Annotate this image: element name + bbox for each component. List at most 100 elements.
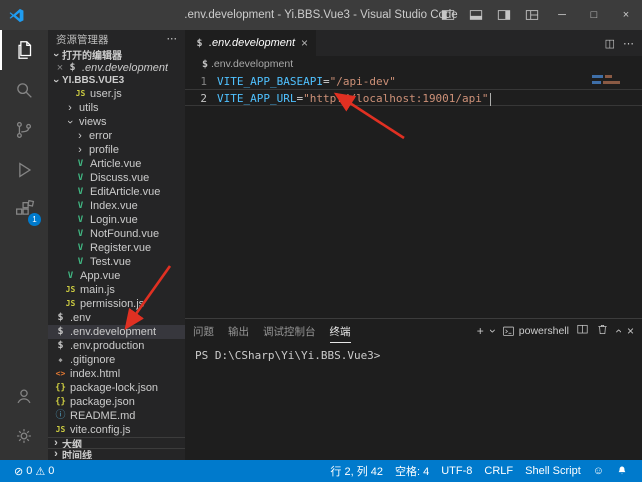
toggle-sidebar-icon[interactable] [434,0,462,30]
language-mode-status[interactable]: Shell Script [519,465,587,477]
accounts-icon[interactable] [0,376,48,416]
file-label: Index.vue [90,199,138,213]
file-label: user.js [90,87,122,101]
explorer-icon[interactable] [0,30,48,70]
file-label: package-lock.json [70,381,158,395]
close-editor-icon[interactable]: × [54,62,66,74]
explorer-more-actions-icon[interactable]: ⋯ [167,33,178,45]
minimap[interactable] [592,75,634,87]
search-icon[interactable] [0,70,48,110]
editor-more-actions-icon[interactable]: ⋯ [623,37,634,50]
tree-item-.env.production[interactable]: $.env.production [48,339,185,353]
tree-item-.env.development[interactable]: $.env.development [48,325,185,339]
toggle-secondary-sidebar-icon[interactable] [490,0,518,30]
tab-env-development[interactable]: $ .env.development × [185,30,316,56]
tree-item-main.js[interactable]: JSmain.js [48,283,185,297]
vue-file-icon: V [74,157,87,171]
tree-item-index.html[interactable]: <>index.html [48,367,185,381]
breadcrumb[interactable]: $ .env.development [185,56,642,72]
tree-item-App.vue[interactable]: VApp.vue [48,269,185,283]
file-label: .gitignore [70,353,115,367]
tree-item-utils[interactable]: ›utils [48,101,185,115]
file-tree: JSuser.js›utils›views›error›profileVArti… [48,87,185,437]
indentation-status[interactable]: 空格: 4 [389,463,435,479]
eol-status[interactable]: CRLF [478,465,519,477]
tree-item-README.md[interactable]: ⓘREADME.md [48,409,185,423]
run-debug-icon[interactable] [0,150,48,190]
tree-item-profile[interactable]: ›profile [48,143,185,157]
tree-item-Index.vue[interactable]: VIndex.vue [48,199,185,213]
panel-tab-调试控制台[interactable]: 调试控制台 [263,320,316,343]
source-control-icon[interactable] [0,110,48,150]
file-label: Test.vue [90,255,131,269]
tree-item-error[interactable]: ›error [48,129,185,143]
panel-tab-问题[interactable]: 问题 [193,320,214,343]
minimize-button[interactable]: ─ [546,0,578,30]
tree-item-Register.vue[interactable]: VRegister.vue [48,241,185,255]
maximize-button[interactable]: □ [578,0,610,30]
kill-terminal-icon[interactable] [596,323,609,339]
toggle-panel-icon[interactable] [462,0,490,30]
tree-item-vite.config.js[interactable]: JSvite.config.js [48,423,185,437]
vue-file-icon: V [74,199,87,213]
timeline-label: 时间线 [62,448,92,459]
terminal[interactable]: PS D:\CSharp\Yi\Yi.BBS.Vue3> [185,343,642,460]
shellscript-file-icon: $ [193,38,206,49]
errors-count: 0 [26,465,32,477]
open-editors-label: 打开的编辑器 [62,48,122,61]
file-label: vite.config.js [70,423,131,437]
tree-item-Test.vue[interactable]: VTest.vue [48,255,185,269]
tree-item-.gitignore[interactable]: ◆.gitignore [48,353,185,367]
code-line-2[interactable]: 2VITE_APP_URL="http://localhost:19001/ap… [185,89,642,106]
settings-gear-icon[interactable] [0,416,48,456]
line-number: 2 [185,90,217,105]
customize-layout-icon[interactable] [518,0,546,30]
open-editor-item[interactable]: × $ .env.development [48,61,185,74]
tree-item-views[interactable]: ›views [48,115,185,129]
split-editor-icon[interactable]: ◫ [605,37,615,50]
encoding-status[interactable]: UTF-8 [435,465,478,477]
open-editors-section-header[interactable]: › 打开的编辑器 [48,48,185,61]
breadcrumb-file-label: .env.development [211,58,293,70]
code-line-1[interactable]: 1VITE_APP_BASEAPI="/api-dev" [185,72,642,89]
tree-item-.env[interactable]: $.env [48,311,185,325]
file-label: error [89,129,112,143]
terminal-shell-selector[interactable]: powershell [502,325,569,338]
file-label: profile [89,143,119,157]
close-panel-icon[interactable]: × [627,324,634,338]
tree-item-NotFound.vue[interactable]: VNotFound.vue [48,227,185,241]
javascript-file-icon: JS [64,283,77,297]
panel-tab-终端[interactable]: 终端 [330,320,351,343]
tree-item-Article.vue[interactable]: VArticle.vue [48,157,185,171]
file-label: Register.vue [90,241,151,255]
cursor-position-status[interactable]: 行 2, 列 42 [324,463,389,479]
outline-section-header[interactable]: › 大纲 [48,437,185,448]
split-terminal-icon[interactable] [576,323,589,339]
maximize-panel-icon[interactable]: › [611,329,625,333]
close-window-button[interactable]: × [610,0,642,30]
tree-item-package.json[interactable]: {}package.json [48,395,185,409]
tree-item-Discuss.vue[interactable]: VDiscuss.vue [48,171,185,185]
tab-label: .env.development [209,37,295,49]
sidebar-explorer: 资源管理器 ⋯ › 打开的编辑器 × $ .env.development › … [48,30,185,460]
notifications-bell-icon[interactable] [610,465,634,477]
tree-item-permission.js[interactable]: JSpermission.js [48,297,185,311]
feedback-smiley-icon[interactable]: ☺ [587,465,610,477]
problems-status[interactable]: ⊘ 0 ⚠ 0 [8,465,60,478]
close-tab-icon[interactable]: × [301,36,308,50]
gitignore-file-icon: ◆ [54,353,67,367]
file-label: Login.vue [90,213,138,227]
extensions-icon[interactable]: 1 [0,190,48,230]
panel-tab-输出[interactable]: 输出 [228,320,249,343]
folder-section-header[interactable]: › YI.BBS.VUE3 [48,74,185,87]
terminal-profile-dropdown-icon[interactable]: › [486,329,500,333]
new-terminal-icon[interactable]: + [477,324,484,338]
file-label: README.md [70,409,135,423]
tree-item-Login.vue[interactable]: VLogin.vue [48,213,185,227]
tree-item-package-lock.json[interactable]: {}package-lock.json [48,381,185,395]
timeline-section-header[interactable]: › 时间线 [48,448,185,459]
chevron-down-icon: › [50,49,62,61]
code-editor[interactable]: 1VITE_APP_BASEAPI="/api-dev"2VITE_APP_UR… [185,72,642,318]
tree-item-EditArticle.vue[interactable]: VEditArticle.vue [48,185,185,199]
tree-item-user.js[interactable]: JSuser.js [48,87,185,101]
